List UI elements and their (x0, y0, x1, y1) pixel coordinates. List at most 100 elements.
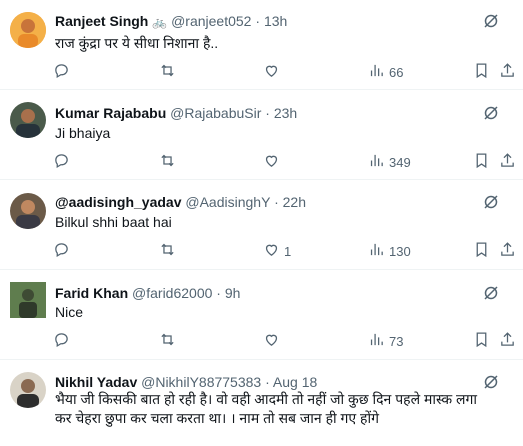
repost-icon (159, 62, 176, 82)
timestamp[interactable]: 23h (274, 105, 297, 121)
tweet-actions: 73 (53, 331, 514, 351)
bookmark-button[interactable] (473, 152, 490, 172)
bicycle-emoji: 🚲 (152, 15, 168, 29)
bookmark-icon (473, 331, 490, 351)
repost-button[interactable] (159, 152, 176, 172)
author-handle[interactable]: @ranjeet052 (171, 13, 251, 29)
views-icon (368, 241, 385, 261)
views-button[interactable]: 349 (368, 152, 411, 172)
share-icon (499, 241, 516, 261)
tweet-text: Ji bhaiya (55, 125, 111, 141)
tweet-actions: 1 130 (53, 241, 514, 261)
tweet-header: Nikhil Yadav @NikhilY88775383 · Aug 18 (55, 373, 473, 391)
author-handle[interactable]: @farid62000 (132, 285, 212, 301)
reply-icon (53, 241, 70, 261)
timestamp[interactable]: Aug 18 (273, 374, 317, 390)
tweet-actions: 66 (53, 62, 514, 82)
bookmark-icon (473, 241, 490, 261)
author-name[interactable]: @aadisingh_yadav (55, 194, 181, 210)
tweet-item[interactable]: Kumar Rajababu @RajababuSir · 23h Ji bha… (0, 90, 523, 180)
tweet-actions: 349 (53, 152, 514, 172)
like-button[interactable] (263, 152, 280, 172)
tweet-item[interactable]: @aadisingh_yadav @AadisinghY · 22h Bilku… (0, 180, 523, 270)
views-button[interactable]: 130 (368, 241, 411, 261)
share-icon (499, 62, 516, 82)
share-button[interactable] (499, 62, 516, 82)
like-button[interactable]: 1 (263, 241, 291, 261)
views-button[interactable]: 73 (368, 331, 403, 351)
reply-button[interactable] (53, 331, 70, 351)
tweet-item[interactable]: Nikhil Yadav @NikhilY88775383 · Aug 18 भ… (0, 360, 523, 446)
author-name[interactable]: Kumar Rajababu (55, 105, 166, 121)
separator: · (274, 194, 279, 210)
repost-icon (159, 331, 176, 351)
repost-button[interactable] (159, 241, 176, 261)
tweet-header: Farid Khan @farid62000 · 9h (55, 284, 473, 302)
grok-icon[interactable] (483, 285, 499, 301)
views-icon (368, 152, 385, 172)
share-icon (499, 331, 516, 351)
tweet-text: Nice (55, 304, 84, 320)
views-count: 66 (389, 64, 404, 80)
avatar[interactable] (10, 102, 46, 138)
author-name[interactable]: Farid Khan (55, 285, 128, 301)
grok-icon[interactable] (483, 374, 499, 390)
grok-icon[interactable] (483, 105, 499, 121)
avatar[interactable] (10, 12, 46, 48)
share-button[interactable] (499, 331, 516, 351)
bookmark-icon (473, 152, 490, 172)
share-button[interactable] (499, 152, 516, 172)
author-name[interactable]: Ranjeet Singh (55, 13, 148, 29)
reply-icon (53, 62, 70, 82)
tweet-item[interactable]: Ranjeet Singh 🚲 @ranjeet052 · 13h राज कु… (0, 0, 523, 90)
tweet-text: भैया जी किसकी बात हो रही है। वो वही आदमी… (55, 391, 478, 426)
views-icon (368, 62, 385, 82)
views-count: 349 (389, 154, 411, 170)
tweet-header: @aadisingh_yadav @AadisinghY · 22h (55, 193, 473, 211)
repost-button[interactable] (159, 331, 176, 351)
repost-icon (159, 241, 176, 261)
reply-button[interactable] (53, 62, 70, 82)
tweet-text: Bilkul shhi baat hai (55, 214, 172, 230)
reply-button[interactable] (53, 241, 70, 261)
tweet-item[interactable]: Farid Khan @farid62000 · 9h Nice 73 (0, 270, 523, 360)
bookmark-button[interactable] (473, 331, 490, 351)
like-icon (263, 62, 280, 82)
views-button[interactable]: 66 (368, 62, 403, 82)
like-icon (263, 331, 280, 351)
grok-icon[interactable] (483, 194, 499, 210)
author-handle[interactable]: @NikhilY88775383 (141, 374, 261, 390)
separator: · (216, 285, 221, 301)
bookmark-button[interactable] (473, 62, 490, 82)
like-icon (263, 241, 280, 261)
views-count: 130 (389, 243, 411, 259)
bookmark-icon (473, 62, 490, 82)
avatar[interactable] (10, 193, 46, 229)
repost-button[interactable] (159, 62, 176, 82)
tweet-text: राज कुंद्रा पर ये सीधा निशाना है.. (55, 35, 219, 51)
views-icon (368, 331, 385, 351)
author-handle[interactable]: @RajababuSir (170, 105, 261, 121)
avatar[interactable] (10, 372, 46, 408)
share-button[interactable] (499, 241, 516, 261)
timestamp[interactable]: 22h (283, 194, 306, 210)
reply-icon (53, 331, 70, 351)
reply-button[interactable] (53, 152, 70, 172)
author-name[interactable]: Nikhil Yadav (55, 374, 137, 390)
timestamp[interactable]: 13h (264, 13, 287, 29)
timestamp[interactable]: 9h (225, 285, 241, 301)
reply-icon (53, 152, 70, 172)
separator: · (265, 374, 270, 390)
like-button[interactable] (263, 62, 280, 82)
separator: · (265, 105, 270, 121)
like-icon (263, 152, 280, 172)
like-count: 1 (284, 243, 292, 259)
views-count: 73 (389, 333, 404, 349)
grok-icon[interactable] (483, 13, 499, 29)
like-button[interactable] (263, 331, 280, 351)
bookmark-button[interactable] (473, 241, 490, 261)
author-handle[interactable]: @AadisinghY (185, 194, 270, 210)
avatar[interactable] (10, 282, 46, 318)
share-icon (499, 152, 516, 172)
tweet-header: Ranjeet Singh 🚲 @ranjeet052 · 13h (55, 12, 473, 30)
